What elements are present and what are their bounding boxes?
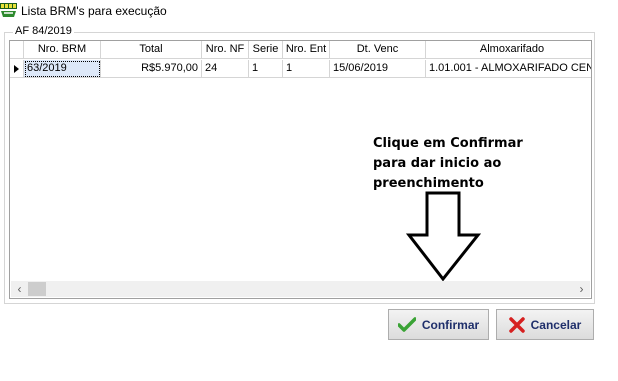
confirm-button-label: Confirmar <box>421 317 480 332</box>
cell-dt-venc[interactable]: 15/06/2019 <box>330 60 426 78</box>
cell-nro-ent[interactable]: 1 <box>283 60 330 78</box>
app-icon <box>0 2 17 18</box>
column-header-nro-ent[interactable]: Nro. Ent <box>283 41 330 59</box>
column-header-serie[interactable]: Serie <box>249 41 283 59</box>
group-label: AF 84/2019 <box>13 25 74 37</box>
column-header-almoxarifado[interactable]: Almoxarifado <box>426 41 591 59</box>
column-header-total[interactable]: Total <box>101 41 202 59</box>
window-title: Lista BRM's para execução <box>21 4 167 18</box>
annotation-line-2: para dar inicio ao <box>373 156 502 171</box>
row-indicator <box>10 60 24 78</box>
column-header-dt-venc[interactable]: Dt. Venc <box>330 41 426 59</box>
cell-serie[interactable]: 1 <box>249 60 283 78</box>
header-indicator-cell <box>10 41 24 59</box>
scrollbar-thumb[interactable] <box>28 282 46 296</box>
annotation-line-1: Clique em Confirmar <box>373 136 523 151</box>
scroll-right-icon[interactable]: › <box>573 281 590 297</box>
column-header-nro-brm[interactable]: Nro. BRM <box>24 41 101 59</box>
cell-almoxarifado[interactable]: 1.01.001 - ALMOXARIFADO CENTR <box>426 60 591 78</box>
title-bar: Lista BRM's para execução <box>0 0 618 24</box>
cell-nro-brm[interactable]: 63/2019 <box>24 60 101 78</box>
table-row[interactable]: 63/2019 R$5.970,00 24 1 1 15/06/2019 1.0… <box>10 60 591 78</box>
cancel-button[interactable]: Cancelar <box>496 309 594 340</box>
cell-total[interactable]: R$5.970,00 <box>101 60 202 78</box>
down-arrow-icon <box>406 191 482 281</box>
instruction-annotation: Clique em Confirmar para dar inicio ao p… <box>373 134 533 194</box>
cell-nro-nf[interactable]: 24 <box>202 60 249 78</box>
column-header-nro-nf[interactable]: Nro. NF <box>202 41 249 59</box>
confirm-button[interactable]: Confirmar <box>388 309 489 340</box>
checkmark-icon <box>397 316 416 332</box>
grid-header: Nro. BRM Total Nro. NF Serie Nro. Ent Dt… <box>10 41 591 59</box>
close-icon <box>508 316 525 333</box>
horizontal-scrollbar[interactable]: ‹ › <box>11 281 590 297</box>
current-row-arrow-icon <box>14 65 19 73</box>
cancel-button-label: Cancelar <box>530 317 582 332</box>
scroll-left-icon[interactable]: ‹ <box>11 281 28 297</box>
